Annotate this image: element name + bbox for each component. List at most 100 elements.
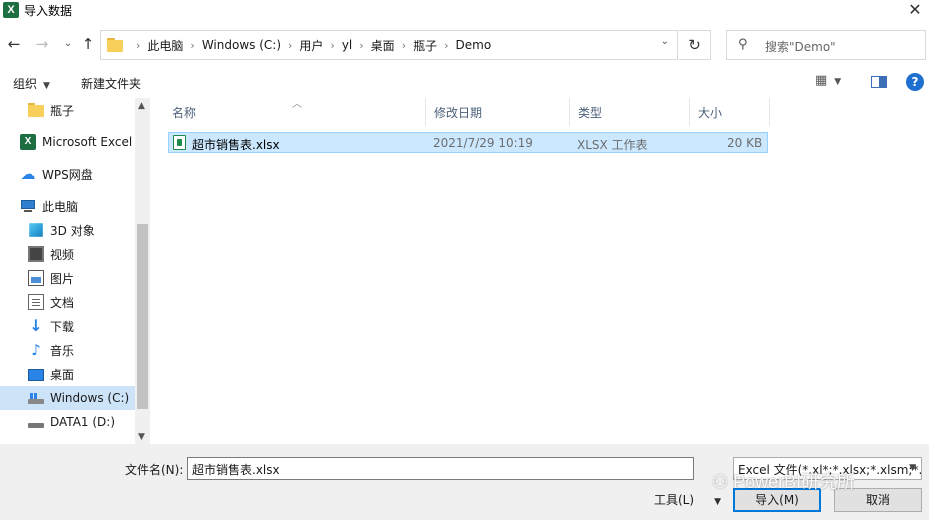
- breadcrumb-windows-c[interactable]: Windows (C:): [202, 38, 281, 52]
- scroll-down-icon[interactable]: ▼: [138, 432, 145, 442]
- sidebar-item-data1-d[interactable]: DATA1 (D:): [0, 410, 135, 434]
- file-modified: 2021/7/29 10:19: [433, 136, 533, 150]
- sidebar-item-downloads[interactable]: ↓ 下载: [0, 314, 135, 338]
- sidebar-item-windows-c[interactable]: Windows (C:): [0, 386, 150, 410]
- sidebar-item-microsoft-excel[interactable]: X Microsoft Excel: [0, 130, 135, 154]
- chevron-right-icon[interactable]: ›: [330, 39, 334, 52]
- chevron-right-icon[interactable]: ›: [288, 39, 292, 52]
- file-type: XLSX 工作表: [577, 138, 648, 152]
- video-icon: [28, 246, 44, 262]
- sidebar-item-label: Microsoft Excel: [42, 135, 133, 149]
- command-bar: 组织 ▼ 新建文件夹 ▦ ▼ ?: [0, 68, 929, 98]
- file-size: 20 KB: [727, 136, 763, 150]
- sidebar-item-pingzi[interactable]: 瓶子: [0, 98, 135, 122]
- chevron-right-icon[interactable]: ›: [359, 39, 363, 52]
- help-button[interactable]: ?: [906, 73, 924, 91]
- sidebar-item-label: 3D 对象: [50, 223, 95, 238]
- folder-icon: [107, 37, 123, 53]
- breadcrumb: › 此电脑 › Windows (C:) › 用户 › yl › 桌面 › 瓶子…: [129, 31, 491, 59]
- computer-icon: [20, 198, 36, 214]
- sidebar-item-label: DATA1 (D:): [50, 415, 116, 429]
- column-header-size[interactable]: 大小: [690, 98, 770, 126]
- sidebar-item-this-pc[interactable]: 此电脑: [0, 194, 135, 218]
- column-header-label: 修改日期: [434, 105, 483, 120]
- sidebar-item-wps-cloud[interactable]: ☁ WPS网盘: [0, 162, 135, 186]
- address-dropdown-icon[interactable]: ⌄: [661, 36, 669, 47]
- search-box[interactable]: ⚲ 搜索"Demo": [726, 30, 926, 60]
- cancel-button[interactable]: 取消: [834, 488, 922, 512]
- forward-button[interactable]: →: [33, 34, 51, 54]
- breadcrumb-yl[interactable]: yl: [342, 38, 352, 52]
- documents-icon: [28, 294, 44, 310]
- preview-pane-button[interactable]: [869, 74, 889, 90]
- tools-label: 工具(L): [654, 493, 695, 507]
- new-folder-button[interactable]: 新建文件夹: [81, 75, 141, 92]
- search-input[interactable]: 搜索"Demo": [765, 38, 836, 55]
- scrollbar-thumb[interactable]: [137, 224, 148, 409]
- sidebar-item-label: Windows (C:): [50, 391, 130, 405]
- file-list: 名称 ︿ 修改日期 类型 大小 超市销售表.xlsx 2021/7/29 10:…: [164, 98, 929, 444]
- filename-label: 文件名(N):: [125, 463, 184, 477]
- breadcrumb-pingzi[interactable]: 瓶子: [413, 37, 437, 54]
- sidebar-item-label: 此电脑: [42, 199, 79, 214]
- tools-button[interactable]: 工具(L) ▼: [654, 491, 721, 508]
- column-header-label: 类型: [578, 105, 603, 120]
- view-icon: ▦: [815, 73, 828, 88]
- column-header-name[interactable]: 名称 ︿: [164, 98, 426, 126]
- sidebar-item-documents[interactable]: 文档: [0, 290, 135, 314]
- sidebar-item-label: 桌面: [50, 367, 75, 382]
- breadcrumb-users[interactable]: 用户: [299, 37, 323, 54]
- sidebar-item-label: 瓶子: [50, 103, 75, 118]
- download-icon: ↓: [29, 316, 43, 335]
- chevron-right-icon[interactable]: ›: [136, 39, 140, 52]
- sidebar-item-label: 图片: [50, 271, 75, 286]
- sidebar-item-label: 视频: [50, 247, 75, 262]
- sidebar-item-videos[interactable]: 视频: [0, 242, 135, 266]
- sidebar-item-label: 音乐: [50, 343, 75, 358]
- file-name: 超市销售表.xlsx: [192, 138, 280, 152]
- column-header-modified[interactable]: 修改日期: [426, 98, 570, 126]
- sidebar-item-pictures[interactable]: 图片: [0, 266, 135, 290]
- navigation-scrollbar[interactable]: ▲ ▼: [135, 98, 150, 444]
- file-type-filter[interactable]: Excel 文件(*.xl*;*.xlsx;*.xlsm;*. ▼: [733, 457, 922, 480]
- chevron-right-icon[interactable]: ›: [190, 39, 194, 52]
- import-button[interactable]: 导入(M): [733, 488, 821, 512]
- sidebar-item-desktop[interactable]: 桌面: [0, 362, 135, 386]
- desktop-icon: [28, 369, 44, 381]
- drive-d-icon: [28, 414, 44, 430]
- scroll-up-icon[interactable]: ▲: [138, 101, 145, 111]
- sidebar-item-music[interactable]: ♪ 音乐: [0, 338, 135, 362]
- up-button[interactable]: ↑: [79, 34, 97, 54]
- cloud-icon: ☁: [20, 165, 36, 183]
- column-header-label: 大小: [698, 105, 723, 120]
- organize-button[interactable]: 组织 ▼: [13, 75, 50, 92]
- title-bar: X 导入数据 ✕: [0, 0, 929, 22]
- table-row[interactable]: 超市销售表.xlsx 2021/7/29 10:19 XLSX 工作表 20 K…: [168, 132, 768, 153]
- recent-locations-button[interactable]: ⌄: [59, 34, 77, 54]
- view-options-button[interactable]: ▦ ▼: [815, 73, 855, 93]
- 3d-objects-icon: [29, 223, 43, 237]
- breadcrumb-demo[interactable]: Demo: [456, 38, 492, 52]
- address-bar[interactable]: › 此电脑 › Windows (C:) › 用户 › yl › 桌面 › 瓶子…: [100, 30, 678, 60]
- organize-label: 组织: [13, 77, 38, 91]
- close-button[interactable]: ✕: [901, 0, 929, 22]
- chevron-right-icon[interactable]: ›: [444, 39, 448, 52]
- chevron-right-icon[interactable]: ›: [402, 39, 406, 52]
- pictures-icon: [28, 270, 44, 286]
- breadcrumb-desktop[interactable]: 桌面: [371, 37, 395, 54]
- chevron-down-icon: ▼: [43, 81, 50, 91]
- excel-app-icon: X: [3, 2, 19, 18]
- dialog-footer: 文件名(N): 超市销售表.xlsx Excel 文件(*.xl*;*.xlsx…: [0, 444, 929, 520]
- sidebar-item-label: 下载: [50, 319, 75, 334]
- back-button[interactable]: ←: [5, 34, 23, 54]
- window-title: 导入数据: [24, 4, 73, 18]
- sidebar-item-label: 文档: [50, 295, 75, 310]
- chevron-down-icon: ▼: [834, 77, 842, 87]
- breadcrumb-this-pc[interactable]: 此电脑: [147, 37, 183, 54]
- sidebar-item-3d-objects[interactable]: 3D 对象: [0, 218, 135, 242]
- filename-input[interactable]: 超市销售表.xlsx: [187, 457, 694, 480]
- drive-c-icon: [28, 390, 44, 406]
- column-header-type[interactable]: 类型: [570, 98, 690, 126]
- search-icon: ⚲: [738, 37, 748, 52]
- refresh-button[interactable]: ↻: [679, 30, 711, 60]
